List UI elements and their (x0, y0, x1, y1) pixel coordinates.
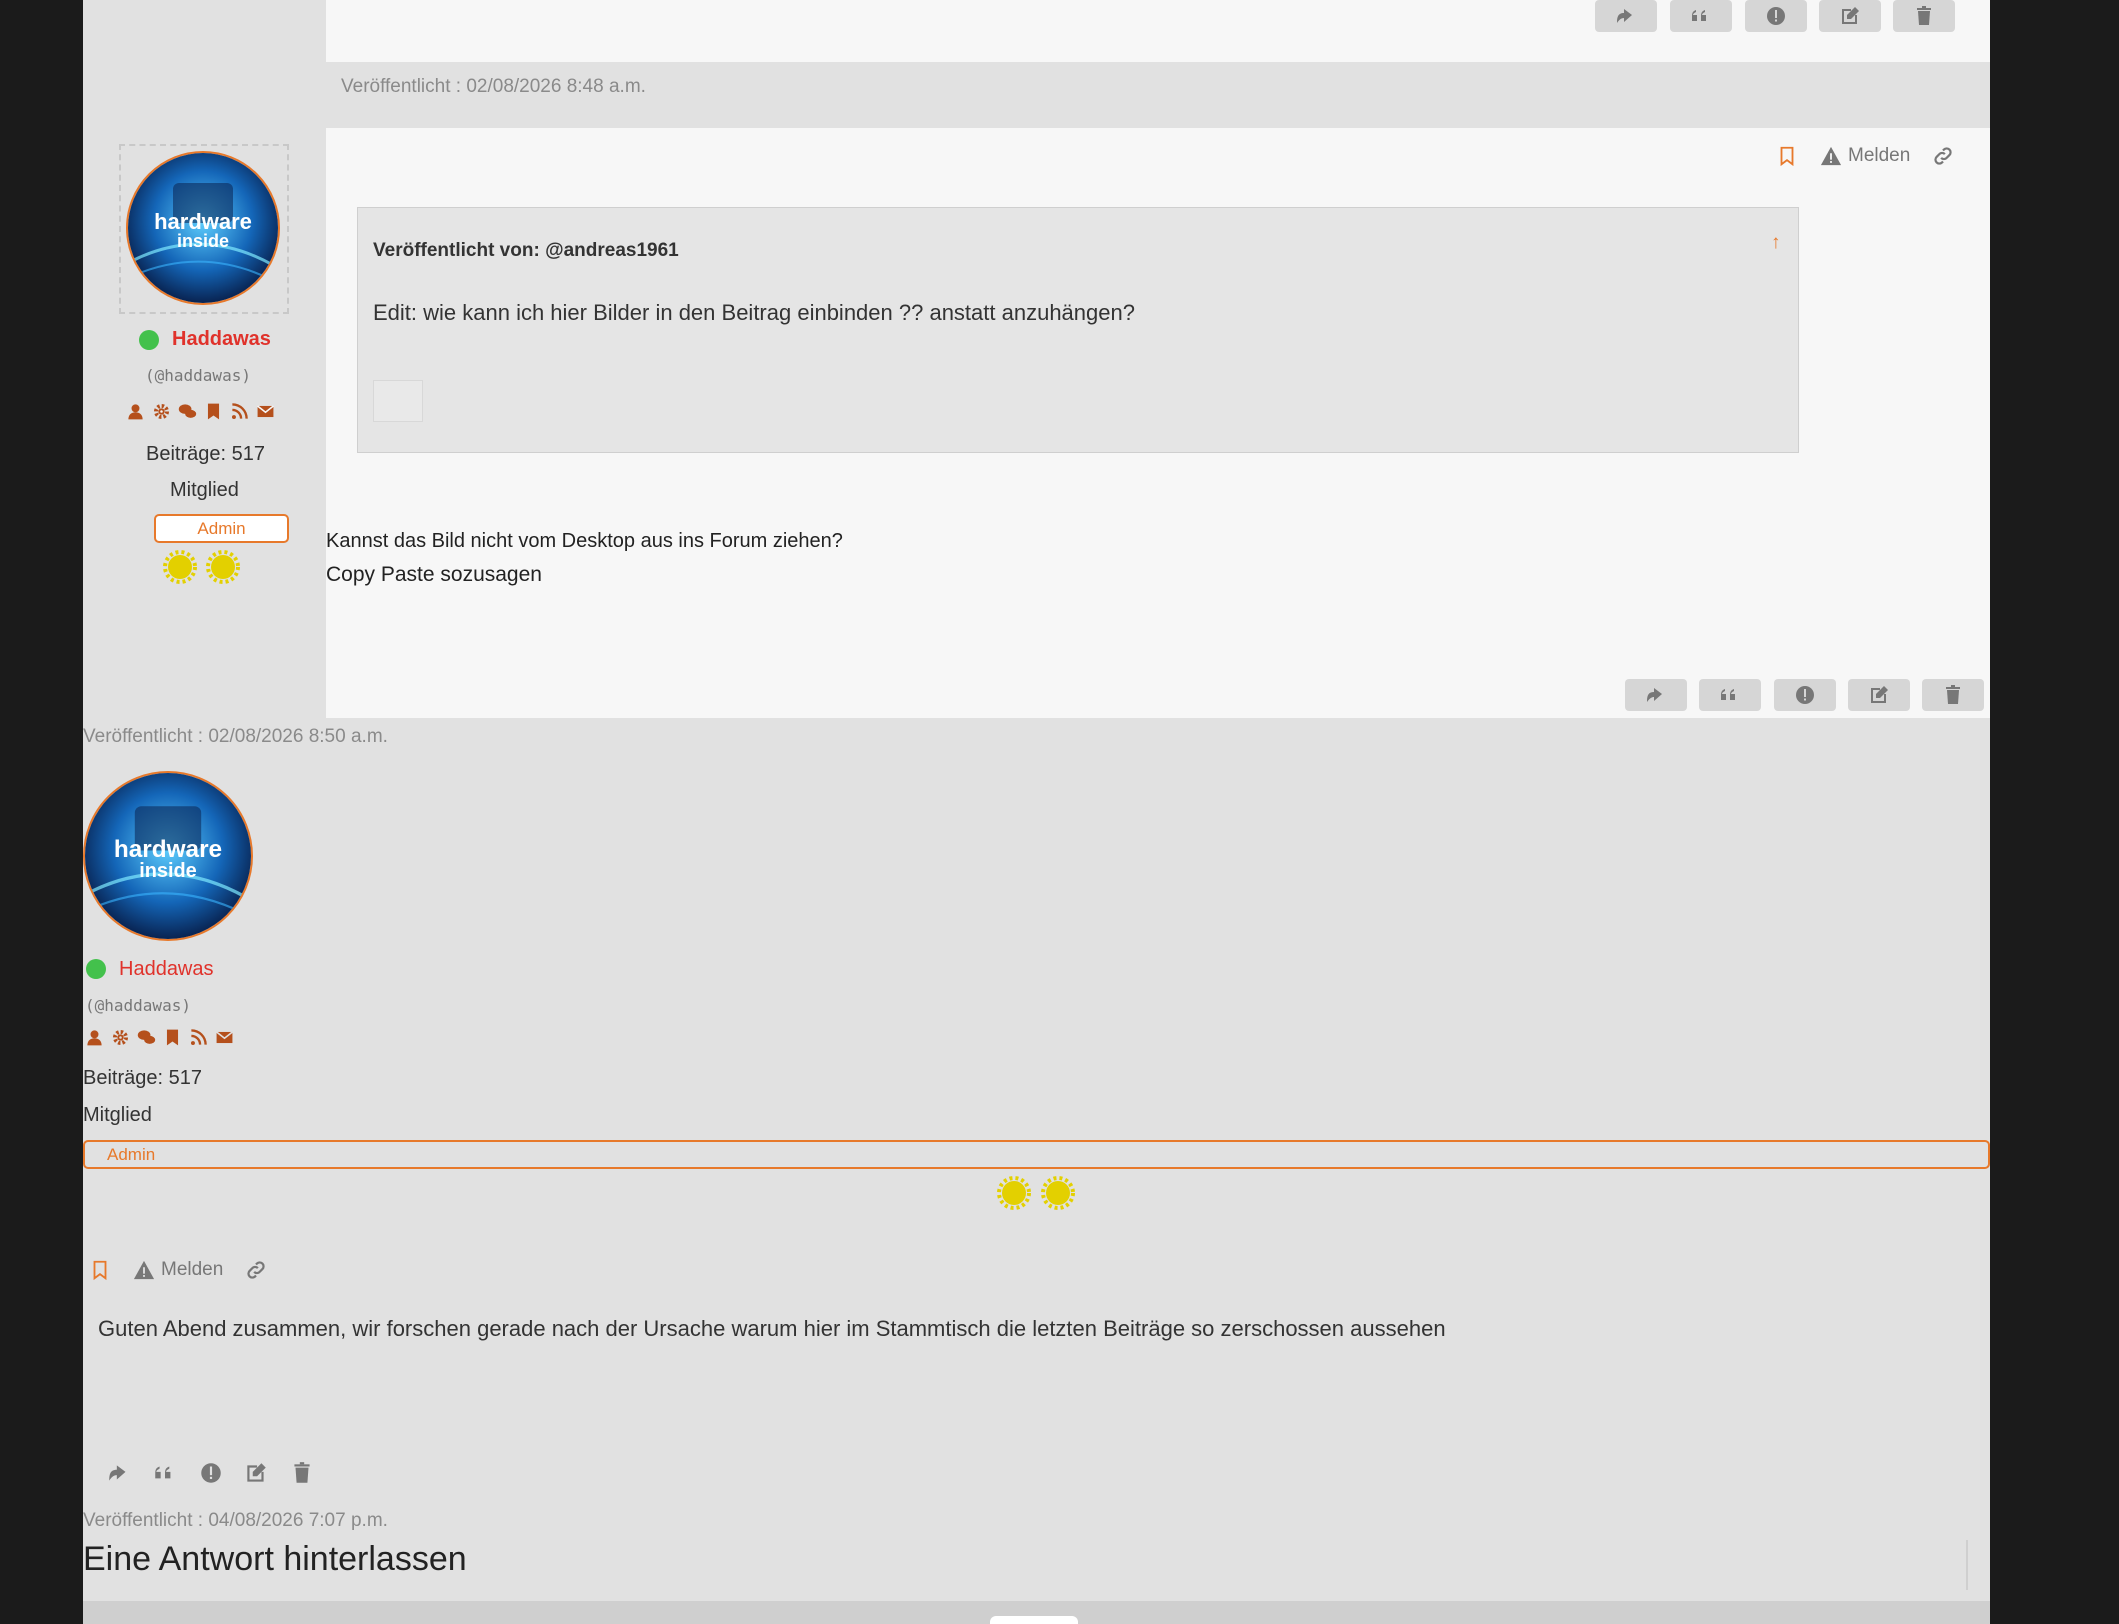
post-3-published-date: Veröffentlicht : 04/08/2026 7:07 p.m. (83, 1510, 388, 1531)
report-icon (1767, 7, 1785, 25)
link-icon[interactable] (1932, 145, 1954, 167)
report-link[interactable]: Melden (1820, 145, 1910, 167)
scroll-divider (1966, 1540, 1968, 1590)
report-link[interactable]: Melden (133, 1259, 223, 1281)
post-3-author-handle: (@haddawas) (85, 996, 191, 1015)
reply-icon (1647, 688, 1662, 702)
post-2-body-line-1: Kannst das Bild nicht vom Desktop aus in… (326, 530, 843, 552)
link-icon[interactable] (245, 1259, 267, 1281)
quote-button[interactable] (1670, 0, 1732, 32)
post-3-author-post-count: Beiträge: 517 (83, 1067, 202, 1089)
post-2-published-date: Veröffentlicht : 02/08/2026 8:50 a.m. (83, 726, 388, 747)
post-2-author-handle: (@haddawas) (145, 366, 251, 385)
reply-icon (1617, 9, 1632, 23)
rank-star-icon (163, 550, 197, 584)
gear-icon[interactable] (111, 1028, 130, 1047)
reply-button[interactable] (1625, 679, 1687, 711)
left-dark-margin (0, 0, 83, 1624)
bookmark-icon[interactable] (163, 1028, 182, 1047)
warning-icon (1820, 146, 1842, 166)
avatar-logo-text-2: inside (139, 860, 197, 882)
report-button[interactable] (194, 1456, 228, 1490)
post-3-author-role: Mitglied (83, 1104, 152, 1126)
profile-icon[interactable] (126, 402, 145, 421)
delete-icon (294, 1462, 310, 1483)
edit-icon (1871, 686, 1888, 703)
right-dark-margin (1990, 0, 2119, 1624)
report-button[interactable] (1745, 0, 1807, 32)
edit-icon (1842, 7, 1859, 24)
post-3-admin-badge: Admin (83, 1140, 1990, 1169)
reply-icon (109, 1465, 126, 1481)
quote-text: Edit: wie kann ich hier Bilder in den Be… (373, 300, 1135, 325)
reply-button[interactable] (102, 1456, 136, 1490)
post-2-tools: Melden (1776, 145, 1954, 167)
rss-icon[interactable] (189, 1028, 208, 1047)
delete-button[interactable] (1893, 0, 1955, 32)
post-1-published-date: Veröffentlicht : 02/08/2026 8:48 a.m. (341, 76, 646, 97)
report-icon (201, 1463, 221, 1483)
report-label: Melden (1848, 145, 1911, 166)
quote-icon (1721, 689, 1735, 700)
post-2-author-post-count: Beiträge: 517 (146, 443, 265, 465)
edit-button[interactable] (239, 1456, 273, 1490)
report-label: Melden (161, 1259, 224, 1280)
post-3-avatar[interactable]: hardware inside (83, 771, 253, 941)
post-3-author-name[interactable]: Haddawas (119, 958, 214, 981)
quote-jump-link[interactable]: ↑ (1771, 232, 1781, 254)
delete-icon (1917, 6, 1931, 25)
quote-author: Veröffentlicht von: @andreas1961 (373, 240, 679, 261)
chat-icon[interactable] (178, 402, 197, 421)
hardware-inside-logo-icon: hardware inside (128, 153, 278, 303)
reply-button[interactable] (1595, 0, 1657, 32)
mail-icon[interactable] (256, 402, 275, 421)
post-3-author-links (85, 1028, 234, 1047)
edit-button[interactable] (1848, 679, 1910, 711)
online-status-indicator (139, 330, 159, 350)
chat-icon[interactable] (137, 1028, 156, 1047)
delete-button[interactable] (1922, 679, 1984, 711)
hardware-inside-logo-icon: hardware inside (85, 773, 251, 939)
post-2-body-line-2: Copy Paste sozusagen (326, 563, 542, 586)
report-icon (1796, 686, 1814, 704)
post-2-admin-badge: Admin (154, 514, 289, 543)
post-2-author-name[interactable]: Haddawas (172, 328, 271, 351)
delete-button[interactable] (285, 1456, 319, 1490)
avatar-logo-text-2: inside (177, 231, 229, 251)
bookmark-icon[interactable] (1776, 145, 1798, 167)
rank-star-icon (997, 1176, 1031, 1210)
rank-star-icon (1041, 1176, 1075, 1210)
quote-image-placeholder (373, 380, 423, 422)
gear-icon[interactable] (152, 402, 171, 421)
bookmark-icon[interactable] (89, 1259, 111, 1281)
profile-icon[interactable] (85, 1028, 104, 1047)
quote-button[interactable] (148, 1456, 182, 1490)
post-1-body (326, 0, 1990, 62)
rss-icon[interactable] (230, 402, 249, 421)
online-status-indicator (86, 959, 106, 979)
mail-icon[interactable] (215, 1028, 234, 1047)
warning-icon (133, 1260, 155, 1280)
quote-icon (1692, 10, 1706, 21)
post-3-body: Guten Abend zusammen, wir forschen gerad… (98, 1316, 1446, 1341)
rank-star-icon (206, 550, 240, 584)
quote-icon (155, 1466, 171, 1479)
post-2-author-links (126, 402, 275, 421)
edit-icon (247, 1463, 266, 1482)
post-2-avatar[interactable]: hardware inside (126, 151, 280, 305)
delete-icon (1946, 685, 1960, 704)
editor-toolbar-tab[interactable] (990, 1616, 1078, 1624)
bookmark-icon[interactable] (204, 402, 223, 421)
report-button[interactable] (1774, 679, 1836, 711)
post-3-tools: Melden (89, 1259, 267, 1281)
quote-button[interactable] (1699, 679, 1761, 711)
post-2-author-role: Mitglied (170, 479, 239, 501)
reply-heading: Eine Antwort hinterlassen (83, 1540, 467, 1578)
edit-button[interactable] (1819, 0, 1881, 32)
